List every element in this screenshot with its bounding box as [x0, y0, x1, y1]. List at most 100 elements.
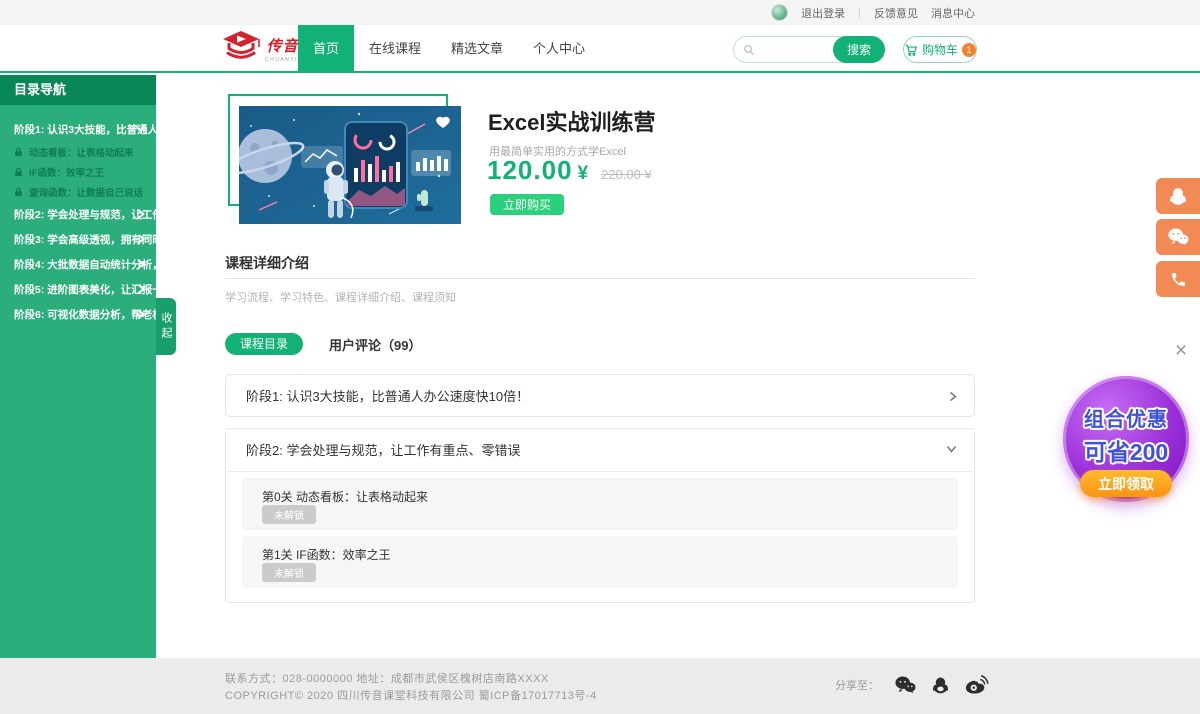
wechat-share-icon[interactable] [894, 675, 916, 695]
stage-label: 阶段2: 学会处理与规范，让工作... [14, 209, 156, 221]
messages-link[interactable]: 消息中心 [931, 5, 975, 21]
search-input[interactable] [755, 43, 834, 57]
claim-coupon-button[interactable]: 立即领取 [1080, 470, 1172, 497]
weibo-share-icon[interactable] [965, 674, 989, 695]
chevron-down-icon [135, 124, 145, 132]
sidebar-stage-6[interactable]: 阶段6: 可视化数据分析，帮老板... [0, 302, 156, 327]
topbar-divider: | [858, 7, 861, 19]
promo-text-line1: 组合优惠 [1084, 403, 1168, 432]
stage-label: 阶段5: 进阶图表美化，让汇报一... [14, 284, 156, 296]
phone-contact-button[interactable] [1156, 261, 1200, 297]
sidebar-stage-1[interactable]: 阶段1: 认识3大技能，比普通人... [0, 117, 156, 142]
chevron-right-icon [137, 234, 145, 244]
page: 退出登录 | 反馈意见 消息中心 传音课堂 CHUANYINKETANG 首页 … [0, 0, 1200, 714]
original-price: 220.00 ¥ [601, 167, 652, 182]
search-box: 搜索 [733, 36, 885, 63]
cart-count-badge: 1 [962, 43, 976, 57]
lesson-title: 第0关 动态看板：让表格动起来 [262, 488, 428, 505]
lesson-label: 查询函数：让数据自己说话 [29, 185, 143, 199]
wechat-contact-button[interactable] [1156, 219, 1200, 255]
sidebar-lesson-2[interactable]: IF函数：效率之王 [0, 162, 156, 182]
promo-badge: 组合优惠 可省200 立即领取 [1063, 376, 1189, 502]
currency-symbol: ¥ [578, 163, 589, 185]
section-divider [225, 278, 975, 279]
lesson-label: IF函数：效率之王 [29, 165, 104, 179]
accordion-header[interactable]: 阶段1: 认识3大技能，比普通人办公速度快10倍！ [226, 375, 974, 418]
graduation-cap-icon [221, 30, 261, 68]
lock-icon [14, 147, 23, 157]
detail-tabs: 课程目录 用户评论（99） [225, 333, 421, 355]
sidebar-stage-3[interactable]: 阶段3: 学会高级透视，拥有同时... [0, 227, 156, 252]
lesson-label: 动态看板：让表格动起来 [29, 145, 134, 159]
stage-label: 阶段6: 可视化数据分析，帮老板... [14, 309, 156, 321]
sidebar-collapse-button[interactable]: 收起 [156, 298, 176, 355]
lock-icon [14, 167, 23, 177]
search-icon [743, 44, 755, 56]
chevron-down-icon [946, 445, 957, 453]
stage-label: 阶段4: 大批数据自动统计分析，... [14, 259, 156, 271]
lesson-title: 第1关 IF函数：效率之王 [262, 546, 391, 563]
lesson-card-1[interactable]: 第1关 IF函数：效率之王 未解锁 [242, 536, 958, 588]
share-bar: 分享至： [835, 674, 989, 695]
stage-label: 阶段3: 学会高级透视，拥有同时... [14, 234, 156, 246]
sidebar-title: 目录导航 [0, 75, 156, 105]
chevron-right-icon [949, 391, 957, 402]
locked-badge: 未解锁 [262, 563, 316, 582]
share-label: 分享至： [835, 677, 879, 693]
sidebar-stage-5[interactable]: 阶段5: 进阶图表美化，让汇报一... [0, 277, 156, 302]
accordion-header[interactable]: 阶段2: 学会处理与规范，让工作有重点、零错误 [226, 429, 974, 472]
footer-contact: 联系方式：028-0000000 地址：成都市武侯区槐树店南路XXXX [225, 670, 549, 686]
lesson-card-0[interactable]: 第0关 动态看板：让表格动起来 未解锁 [242, 478, 958, 530]
detail-summary: 学习流程、学习特色、课程详细介绍、课程须知 [225, 289, 456, 305]
price-row: 120.00 ¥ 220.00 ¥ [487, 155, 652, 186]
nav-item-profile[interactable]: 个人中心 [518, 25, 600, 73]
cart-button[interactable]: 购物车 1 [903, 36, 977, 63]
detail-section-title: 课程详细介绍 [225, 253, 309, 273]
nav-item-courses[interactable]: 在线课程 [354, 25, 436, 73]
phone-icon [1170, 271, 1187, 288]
course-cover-image[interactable] [239, 106, 461, 224]
lock-icon [14, 187, 23, 197]
qq-contact-button[interactable] [1156, 178, 1200, 214]
topbar: 退出登录 | 反馈意见 消息中心 [0, 0, 1200, 25]
tab-course-catalog[interactable]: 课程目录 [225, 333, 303, 355]
nav-item-home[interactable]: 首页 [298, 25, 354, 73]
accordion-title: 阶段2: 学会处理与规范，让工作有重点、零错误 [246, 443, 520, 458]
topbar-links: 退出登录 | 反馈意见 消息中心 [771, 0, 975, 25]
locked-badge: 未解锁 [262, 505, 316, 524]
chevron-right-icon [137, 259, 145, 269]
cart-label: 购物车 [922, 41, 958, 58]
stage-list: 阶段1: 认识3大技能，比普通人... 动态看板：让表格动起来 IF函数：效率之… [0, 105, 156, 327]
user-avatar[interactable] [771, 4, 788, 21]
header: 传音课堂 CHUANYINKETANG 首页 在线课程 精选文章 个人中心 搜索… [0, 25, 1200, 73]
feedback-link[interactable]: 反馈意见 [874, 5, 918, 21]
promo-text-line2: 可省200 [1084, 433, 1168, 467]
chevron-right-icon [137, 209, 145, 219]
accordion-stage-2: 阶段2: 学会处理与规范，让工作有重点、零错误 第0关 动态看板：让表格动起来 … [225, 428, 975, 603]
chevron-right-icon [137, 309, 145, 319]
logout-link[interactable]: 退出登录 [801, 5, 845, 21]
catalog-sidebar: 目录导航 阶段1: 认识3大技能，比普通人... 动态看板：让表格动起来 IF函… [0, 75, 156, 658]
chevron-right-icon [137, 284, 145, 294]
promo-close-icon[interactable]: × [1170, 340, 1192, 362]
course-title: Excel实战训练营 [488, 105, 656, 137]
qq-icon [1168, 186, 1188, 206]
course-price: 120.00 [487, 155, 573, 186]
accordion-stage-1: 阶段1: 认识3大技能，比普通人办公速度快10倍！ [225, 374, 975, 417]
tab-user-reviews[interactable]: 用户评论（99） [329, 335, 421, 354]
wechat-icon [1167, 227, 1189, 247]
main-content: Excel实战训练营 用最简单实用的方式学Excel 120.00 ¥ 220.… [225, 75, 975, 658]
cart-icon [904, 43, 918, 57]
search-button[interactable]: 搜索 [833, 36, 885, 63]
footer: 联系方式：028-0000000 地址：成都市武侯区槐树店南路XXXX COPY… [0, 658, 1200, 714]
sidebar-lesson-3[interactable]: 查询函数：让数据自己说话 [0, 182, 156, 202]
sidebar-lesson-1[interactable]: 动态看板：让表格动起来 [0, 142, 156, 162]
sidebar-stage-2[interactable]: 阶段2: 学会处理与规范，让工作... [0, 202, 156, 227]
footer-copyright: COPYRIGHT© 2020 四川传音课堂科技有限公司 蜀ICP备170177… [225, 687, 597, 703]
qq-share-icon[interactable] [931, 675, 950, 695]
sidebar-stage-4[interactable]: 阶段4: 大批数据自动统计分析，... [0, 252, 156, 277]
nav-item-articles[interactable]: 精选文章 [436, 25, 518, 73]
accordion-title: 阶段1: 认识3大技能，比普通人办公速度快10倍！ [246, 389, 529, 404]
buy-now-button[interactable]: 立即购买 [490, 194, 564, 215]
main-nav: 首页 在线课程 精选文章 个人中心 [298, 25, 600, 73]
